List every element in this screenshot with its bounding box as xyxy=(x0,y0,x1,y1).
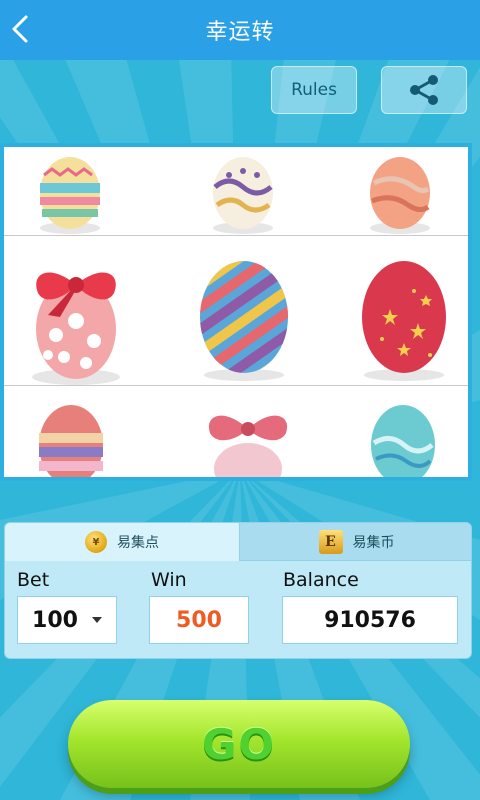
marble-egg-icon xyxy=(370,157,430,234)
row-divider xyxy=(4,235,468,236)
tab-label: 易集点 xyxy=(117,535,159,551)
coin-icon: ¥ xyxy=(85,531,107,553)
bet-value: 100 xyxy=(32,607,78,633)
epoint-icon: E xyxy=(318,529,343,554)
ribbon-egg-icon xyxy=(208,415,288,477)
teal-egg-icon xyxy=(371,405,435,477)
tab-label: 易集币 xyxy=(352,534,395,551)
win-label: Win xyxy=(151,569,187,591)
bet-label: Bet xyxy=(17,569,50,591)
tab-coins[interactable]: E 易集币 xyxy=(240,523,471,561)
striped-egg-icon xyxy=(40,157,100,234)
share-button[interactable] xyxy=(381,66,467,114)
chevron-down-icon xyxy=(91,617,102,623)
bow-flower-egg-icon xyxy=(32,272,120,385)
slot-reel xyxy=(0,143,472,481)
balance-value-box: 910576 xyxy=(282,596,458,644)
go-button[interactable]: GO xyxy=(68,700,410,788)
rainbow-striped-egg-icon xyxy=(200,261,288,381)
star-egg-icon xyxy=(362,261,446,381)
win-value: 500 xyxy=(176,607,222,633)
share-icon xyxy=(410,75,438,105)
page-title: 幸运转 xyxy=(205,20,275,45)
app-header: 幸运转 xyxy=(0,0,480,60)
bet-panel: ¥ 易集点 E 易集币 Bet Win Balance 100 500 9105… xyxy=(4,522,472,659)
row-divider xyxy=(4,385,468,386)
tab-points[interactable]: ¥ 易集点 xyxy=(5,523,240,561)
purple-pattern-egg-icon xyxy=(213,157,273,234)
win-value-box: 500 xyxy=(149,596,249,644)
bet-select[interactable]: 100 xyxy=(17,596,117,644)
pastel-egg-icon xyxy=(39,405,103,477)
go-label: GO xyxy=(201,719,277,769)
rules-button[interactable]: Rules xyxy=(271,66,357,114)
balance-label: Balance xyxy=(283,569,359,591)
balance-value: 910576 xyxy=(324,607,416,633)
